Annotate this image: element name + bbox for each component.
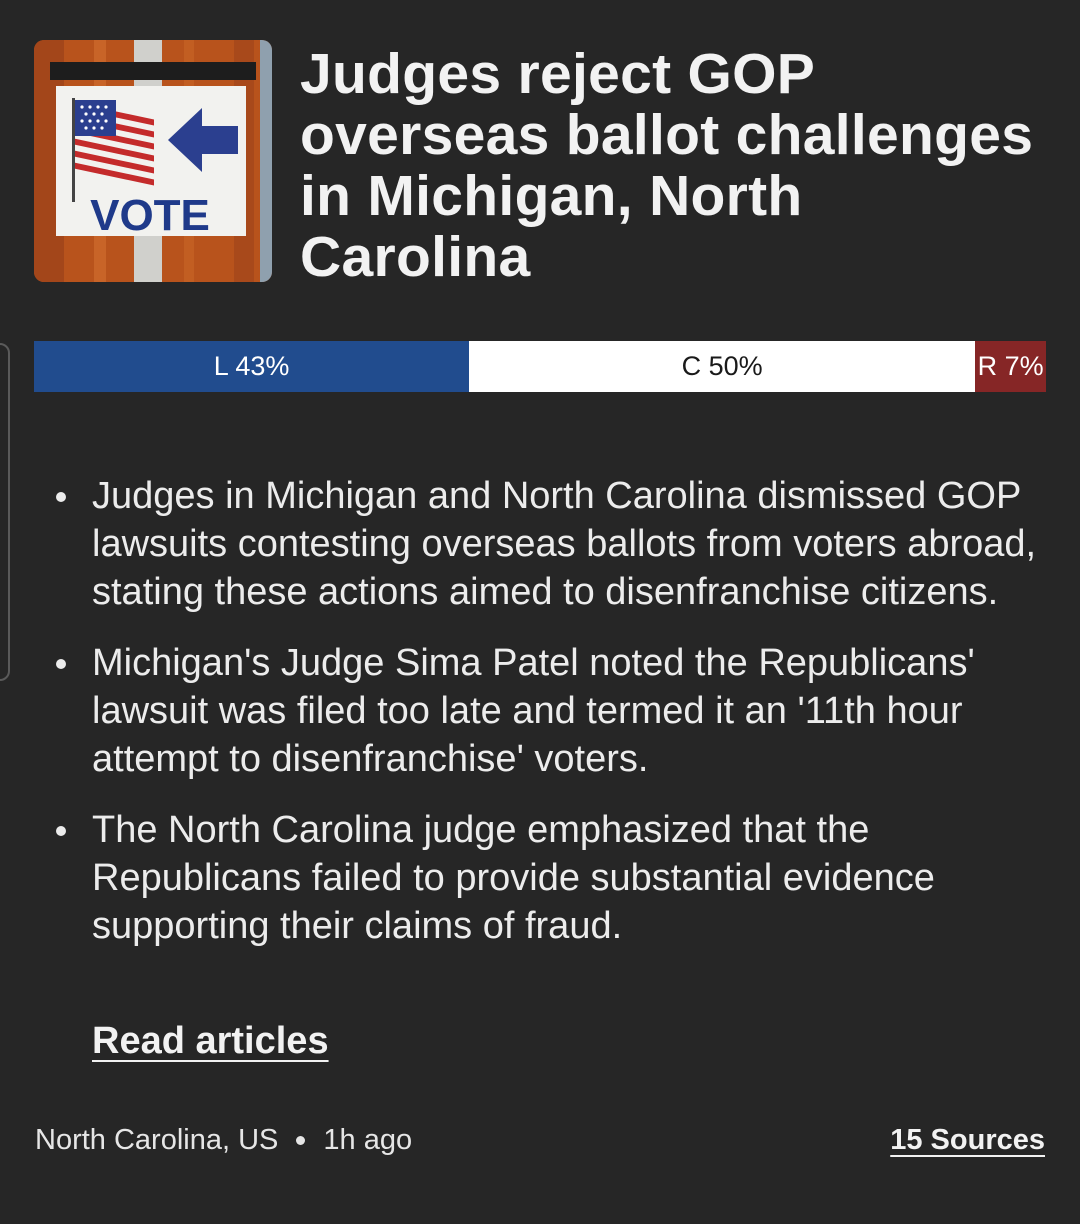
article-thumbnail[interactable]: VOTE: [34, 40, 272, 282]
summary-text: Michigan's Judge Sima Patel noted the Re…: [92, 642, 975, 780]
side-drawer-handle[interactable]: [0, 343, 10, 681]
separator-dot-icon: [296, 1136, 306, 1145]
summary-item: Michigan's Judge Sima Patel noted the Re…: [56, 639, 1042, 783]
summary-item: Judges in Michigan and North Carolina di…: [56, 472, 1042, 616]
bias-left-segment: L 43%: [34, 341, 470, 392]
vote-sign-image: VOTE: [34, 40, 272, 282]
sources-link[interactable]: 15 Sources: [890, 1124, 1045, 1157]
read-articles-link[interactable]: Read articles: [92, 1020, 329, 1063]
summary-list: Judges in Michigan and North Carolina di…: [56, 472, 1042, 973]
timestamp-label: 1h ago: [323, 1124, 413, 1156]
bias-distribution-bar[interactable]: L 43% C 50% R 7%: [34, 341, 1046, 392]
bullet-dot-icon: [56, 826, 66, 836]
summary-text: Judges in Michigan and North Carolina di…: [92, 475, 1037, 613]
bullet-dot-icon: [56, 659, 66, 669]
article-meta: North Carolina, US 1h ago: [35, 1124, 412, 1157]
vote-sign-text: VOTE: [90, 191, 210, 240]
bullet-dot-icon: [56, 492, 66, 502]
article-headline[interactable]: Judges reject GOP overseas ballot challe…: [300, 44, 1040, 288]
bias-right-segment: R 7%: [975, 341, 1046, 392]
summary-text: The North Carolina judge emphasized that…: [92, 809, 935, 947]
location-label: North Carolina, US: [35, 1124, 279, 1156]
bias-center-segment: C 50%: [469, 341, 976, 392]
summary-item: The North Carolina judge emphasized that…: [56, 806, 1042, 950]
